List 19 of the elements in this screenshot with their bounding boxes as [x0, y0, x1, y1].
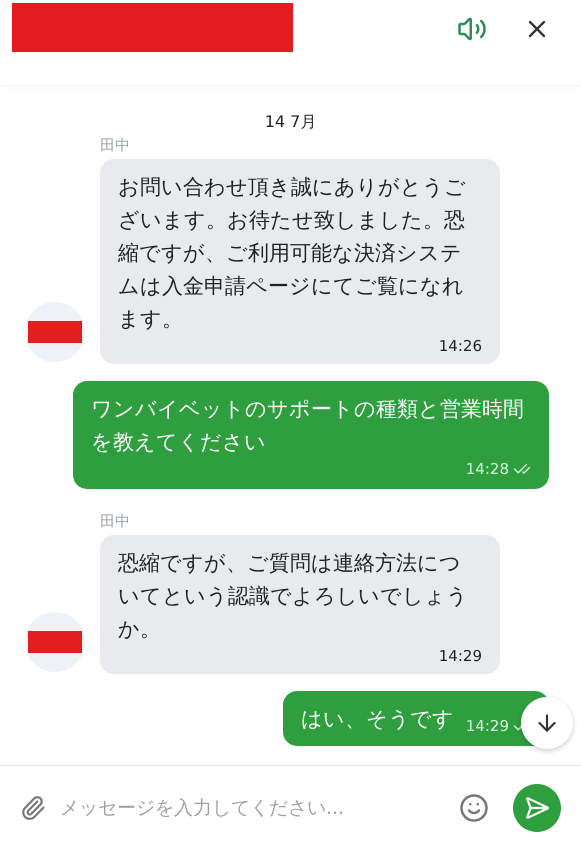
message-text: 恐縮ですが、ご質問は連絡方法についてという認識でよろしいでしょうか。 — [118, 550, 469, 643]
message-text: ワンバイベットのサポートの種類と営業時間を教えてください — [91, 396, 525, 456]
date-divider: 14 7月 — [264, 111, 316, 133]
message-text: はい、そうです — [300, 706, 454, 733]
message-input[interactable]: メッセージを入力してください... — [60, 794, 445, 822]
message-time: 14:26 — [438, 336, 482, 356]
message-time: 14:28 — [466, 459, 509, 479]
send-icon — [524, 795, 550, 821]
smiley-icon — [459, 793, 489, 823]
send-button[interactable] — [513, 784, 561, 832]
sender-name: 田中 — [100, 135, 131, 156]
attach-button[interactable] — [20, 795, 46, 821]
scroll-down-button[interactable] — [521, 697, 573, 749]
message-time: 14:29 — [466, 716, 509, 736]
paperclip-icon — [20, 795, 46, 821]
emoji-button[interactable] — [459, 793, 489, 823]
sender-name: 田中 — [100, 511, 131, 532]
message-time: 14:29 — [438, 646, 482, 666]
message-text: お問い合わせ頂き誠にありがとうございます。お待たせ致しました。恐縮ですが、ご利用可能な決済システムは入金申請ページにてご覧になれます。 — [118, 174, 467, 333]
